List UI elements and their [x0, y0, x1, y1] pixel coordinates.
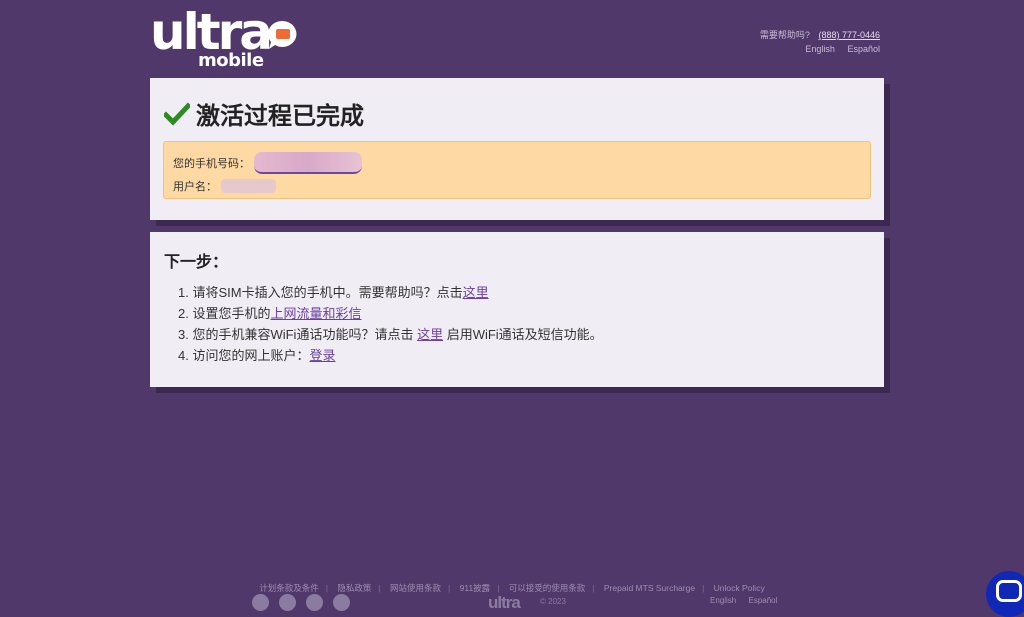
phone-number-label: 您的手机号码： — [173, 158, 250, 170]
next-steps-heading: 下一步： — [164, 254, 229, 271]
footer-copyright: © 2023 — [540, 597, 566, 606]
phone-number-row: 您的手机号码： — [173, 152, 362, 174]
lang-espanol[interactable]: Español — [847, 44, 880, 54]
step-text: 4. 访问您的网上账户： — [178, 348, 310, 363]
footer-separator: | — [325, 583, 329, 593]
next-steps-card: 下一步： 1. 请将SIM卡插入您的手机中。需要帮助吗？点击这里 2. 设置您手… — [150, 232, 884, 387]
footer-link-unlock-policy[interactable]: Unlock Policy — [714, 583, 765, 593]
footer-separator: | — [497, 583, 500, 593]
footer-lang-english[interactable]: English — [710, 596, 736, 605]
phone-number-redacted[interactable] — [254, 152, 362, 174]
footer-lang-espanol[interactable]: Español — [748, 596, 777, 605]
footer-link-plan-terms[interactable]: 计划条款及条件 — [259, 583, 319, 593]
step-item: 2. 设置您手机的上网流量和彩信 — [178, 305, 603, 326]
activation-title: 激活过程已完成 — [164, 96, 364, 131]
chat-bubble-icon — [996, 580, 1022, 602]
username-row: 用户名： — [173, 178, 276, 194]
activation-title-text: 激活过程已完成 — [196, 103, 364, 130]
footer-link-privacy[interactable]: 隐私政策 — [337, 583, 371, 593]
help-contact: 需要帮助吗? (888) 777-0446 — [760, 28, 880, 41]
step-text: 1. 请将SIM卡插入您的手机中。需要帮助吗？点击 — [178, 285, 463, 300]
wifi-calling-link[interactable]: 这里 — [417, 327, 443, 342]
step-item: 1. 请将SIM卡插入您的手机中。需要帮助吗？点击这里 — [178, 284, 603, 305]
help-text: 需要帮助吗? — [759, 30, 810, 40]
step-item: 3. 您的手机兼容WiFi通话功能吗？请点击 这里 启用WiFi通话及短信功能。 — [178, 326, 603, 347]
footer-separator: | — [448, 583, 451, 593]
step-text: 3. 您的手机兼容WiFi通话功能吗？请点击 — [178, 327, 418, 342]
footer-link-acceptable-use[interactable]: 可以接受的使用条款 — [509, 583, 586, 593]
chat-button[interactable] — [986, 571, 1024, 617]
username-redacted — [221, 179, 276, 193]
footer-link-site-terms[interactable]: 网站使用条款 — [390, 583, 441, 593]
sim-help-link[interactable]: 这里 — [463, 285, 489, 300]
data-mms-setup-link[interactable]: 上网流量和彩信 — [270, 306, 361, 321]
login-link[interactable]: 登录 — [309, 348, 335, 363]
step-text-after: 启用WiFi通话及短信功能。 — [443, 327, 603, 342]
footer-separator: | — [702, 583, 705, 593]
footer-separator: | — [592, 583, 595, 593]
footer-language-switcher: English Español — [710, 596, 787, 605]
footer-separator: | — [378, 583, 381, 593]
account-info-box: 您的手机号码： 用户名： — [163, 141, 871, 199]
next-steps-list: 1. 请将SIM卡插入您的手机中。需要帮助吗？点击这里 2. 设置您手机的上网流… — [178, 284, 603, 368]
username-label: 用户名： — [173, 181, 217, 193]
logo-subtext: mobile — [198, 50, 264, 71]
checkmark-icon — [164, 101, 190, 126]
footer-link-911[interactable]: 911披露 — [460, 583, 491, 593]
footer-link-mts-surcharge[interactable]: Prepaid MTS Surcharge — [604, 583, 695, 593]
lang-english[interactable]: English — [805, 44, 835, 54]
activation-complete-card: 激活过程已完成 您的手机号码： 用户名： — [150, 78, 884, 220]
phone-link[interactable]: (888) 777-0446 — [818, 30, 880, 40]
speech-bubble-icon — [268, 20, 297, 49]
language-switcher: English Español — [795, 44, 880, 54]
step-item: 4. 访问您的网上账户：登录 — [178, 347, 603, 368]
ultra-mobile-logo[interactable]: ultra mobile — [150, 6, 300, 72]
step-text: 2. 设置您手机的 — [178, 306, 271, 321]
footer-logo: ultra — [488, 593, 521, 612]
